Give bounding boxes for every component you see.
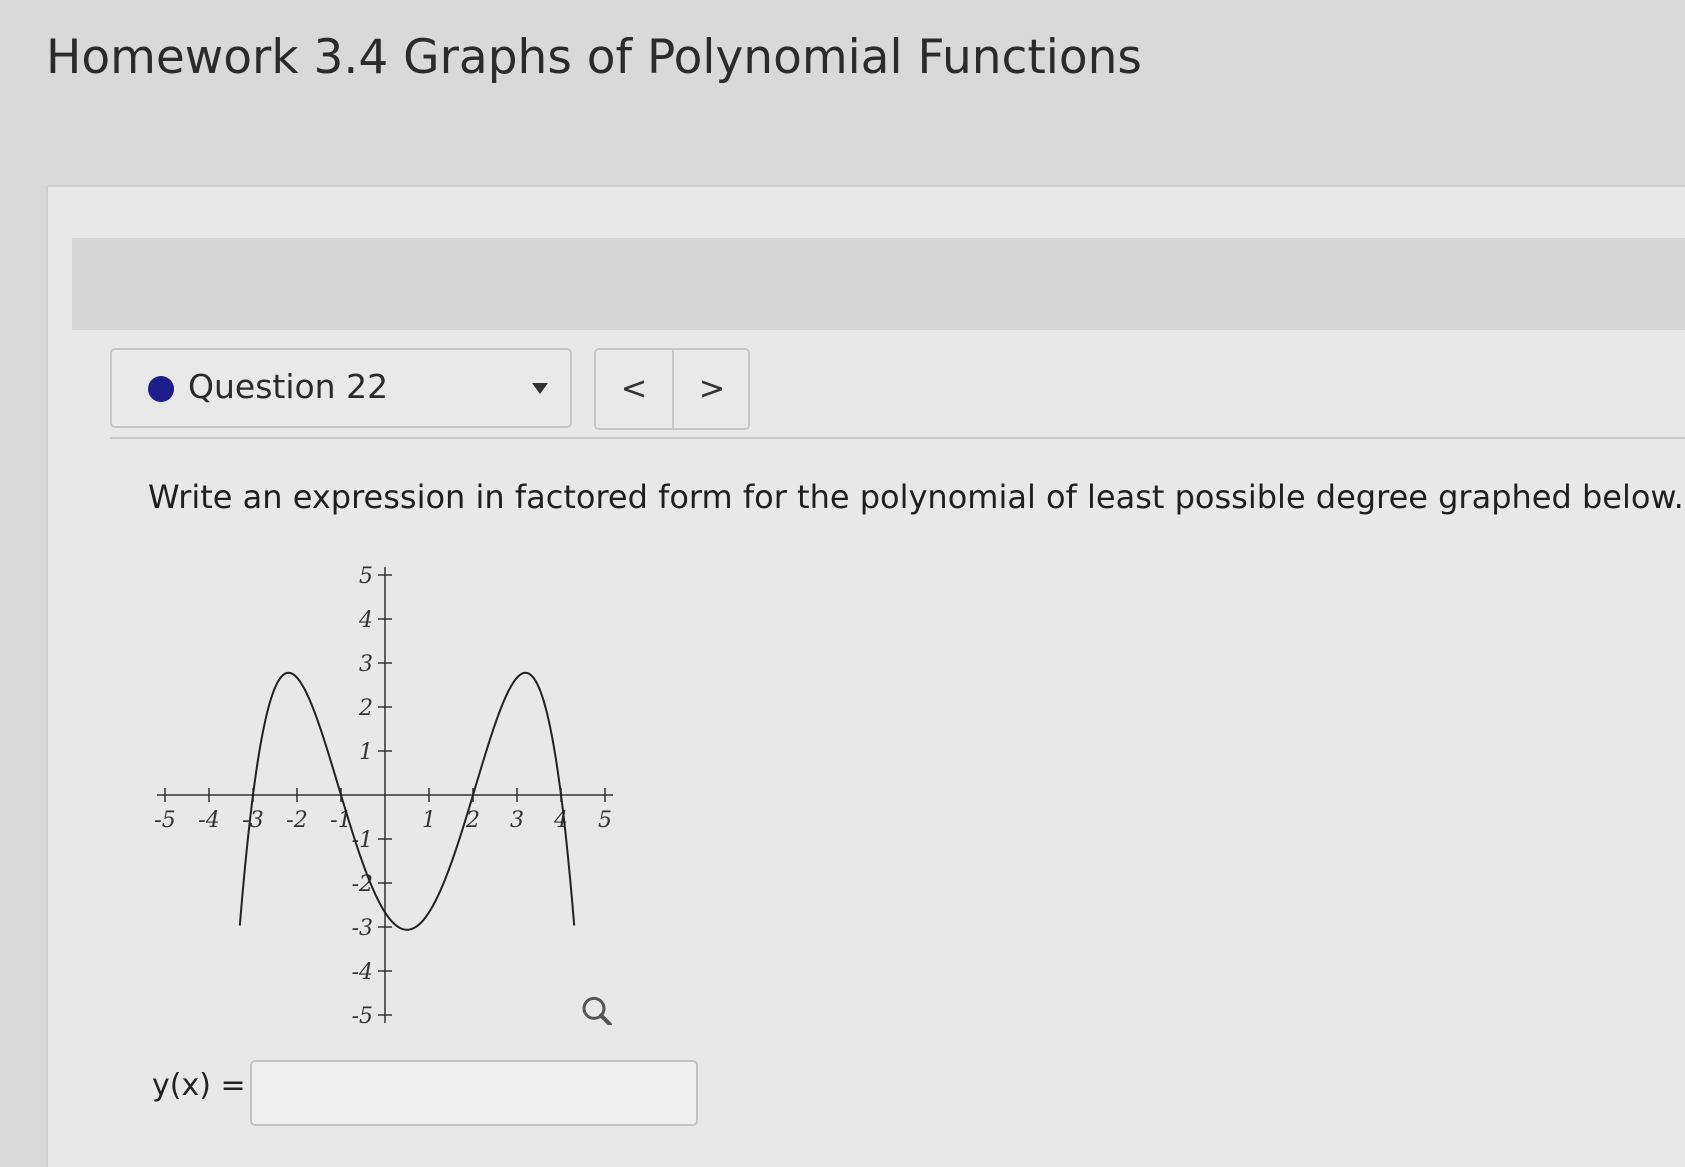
question-selector[interactable]: Question 22: [110, 348, 572, 428]
y-tick-label: 4: [358, 608, 373, 633]
y-tick-label: -5: [352, 1004, 373, 1025]
status-dot-icon: [148, 376, 174, 402]
chevron-down-icon[interactable]: [532, 383, 548, 394]
y-tick-label: 2: [358, 696, 373, 721]
x-tick-label: -5: [154, 808, 175, 833]
x-tick-label: 3: [510, 808, 524, 833]
y-tick-label: 5: [359, 564, 373, 589]
x-tick-label: -4: [198, 808, 219, 833]
y-tick-label: 1: [359, 740, 373, 765]
divider: [110, 437, 1685, 439]
x-tick-label: -3: [242, 808, 263, 833]
next-question-button[interactable]: >: [674, 350, 750, 428]
question-selector-label: Question 22: [188, 367, 389, 406]
previous-question-button[interactable]: <: [596, 350, 674, 428]
page-title: Homework 3.4 Graphs of Polynomial Functi…: [46, 30, 1142, 85]
magnifier-icon[interactable]: [582, 996, 612, 1025]
answer-label: y(x) =: [152, 1068, 246, 1103]
graph-axes: [157, 567, 613, 1023]
header-band: [72, 238, 1685, 330]
polynomial-graph: -5 -4 -3 -2 -1 1 2 3 4 554321-1-2-3-4-5: [154, 564, 613, 1025]
x-tick-label: 1: [422, 808, 436, 833]
y-tick-label: -3: [352, 916, 373, 941]
x-tick-label: 5: [598, 808, 612, 833]
x-tick-label: -2: [286, 808, 307, 833]
y-tick-label: -4: [352, 960, 373, 985]
y-tick-label: -2: [352, 872, 373, 897]
question-nav-group: < >: [594, 348, 750, 430]
y-tick-label: 3: [359, 652, 373, 677]
polynomial-curve: [238, 671, 576, 931]
question-prompt: Write an expression in factored form for…: [148, 478, 1684, 516]
answer-input[interactable]: [250, 1060, 698, 1126]
